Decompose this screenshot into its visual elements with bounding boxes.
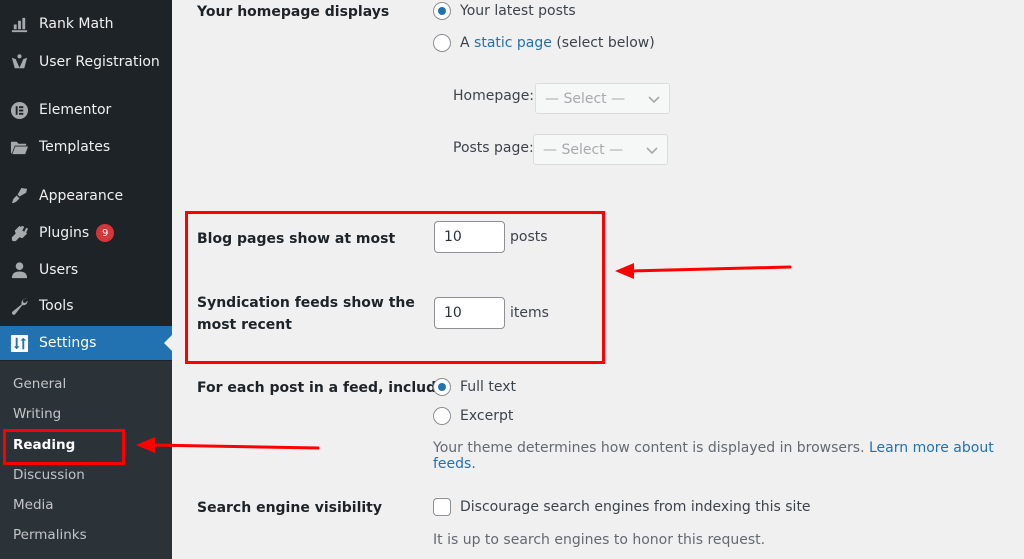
static-page-radio[interactable] [433,34,451,52]
syndication-unit: items [510,305,549,321]
full-text-radio[interactable] [433,378,451,396]
discourage-search-checkbox[interactable] [433,498,451,516]
syndication-label-line1: Syndication feeds show the [197,295,415,311]
excerpt-radio[interactable] [433,407,451,425]
syndication-input[interactable]: 10 [434,297,505,329]
admin-sidebar: Rank Math User Registration Elementor Te… [0,0,172,559]
latest-posts-radio[interactable] [433,2,451,20]
static-page-suffix: (select below) [556,35,655,51]
arrow-to-highlight-box [615,263,792,279]
static-page-link[interactable]: static page [474,35,552,51]
option-discourage-search[interactable]: Discourage search engines from indexing … [433,498,811,516]
sidebar-item-label: User Registration [39,54,160,70]
sidebar-item-rank-math[interactable]: Rank Math [0,7,172,41]
option-full-text[interactable]: Full text [433,378,516,396]
chevron-down-icon [646,147,658,155]
latest-posts-label: Your latest posts [460,3,576,19]
sidebar-item-templates[interactable]: Templates [0,130,172,164]
homepage-select[interactable]: — Select — [535,83,670,114]
blog-pages-unit: posts [510,229,548,245]
submenu-item-permalinks[interactable]: Permalinks [13,527,87,543]
user-registration-icon [9,52,29,72]
syndication-label-line2: most recent [197,317,292,333]
posts-page-select-label: Posts page: [453,140,534,156]
feed-content-description: Your theme determines how content is dis… [433,440,1024,472]
sidebar-item-settings[interactable]: Settings [0,326,172,360]
sidebar-item-tools[interactable]: Tools [0,289,172,323]
option-latest-posts[interactable]: Your latest posts [433,2,576,20]
sidebar-item-elementor[interactable]: Elementor [0,93,172,127]
discourage-search-label: Discourage search engines from indexing … [460,499,811,515]
sidebar-item-label: Rank Math [39,16,114,32]
homepage-select-value: — Select — [545,90,626,107]
elementor-icon [9,100,29,120]
posts-page-select[interactable]: — Select — [533,134,668,165]
submenu-item-discussion[interactable]: Discussion [13,467,85,483]
chevron-down-icon [648,96,660,104]
blog-pages-input[interactable]: 10 [434,221,505,253]
feed-description-text: Your theme determines how content is dis… [433,440,865,456]
wrench-icon [9,296,29,316]
sidebar-item-plugins[interactable]: Plugins 9 [0,216,172,250]
paintbrush-icon [9,186,29,206]
plug-icon [9,223,29,243]
settings-icon [9,333,29,353]
sidebar-item-label: Tools [39,298,74,314]
sidebar-item-label: Appearance [39,188,124,204]
blog-pages-label: Blog pages show at most [197,231,396,247]
option-excerpt[interactable]: Excerpt [433,407,513,425]
static-page-prefix: A [460,35,470,51]
submenu-item-general[interactable]: General [13,376,66,392]
submenu-item-media[interactable]: Media [13,497,54,513]
option-static-page[interactable]: A static page (select below) [433,34,655,52]
sidebar-item-label: Users [39,262,79,278]
rank-math-icon [9,14,29,34]
sidebar-item-appearance[interactable]: Appearance [0,179,172,213]
user-icon [9,260,29,280]
sidebar-item-users[interactable]: Users [0,253,172,287]
sidebar-item-label: Templates [39,139,111,155]
submenu-item-writing[interactable]: Writing [13,406,61,422]
excerpt-label: Excerpt [460,408,514,424]
homepage-select-label: Homepage: [453,88,535,104]
sidebar-item-user-registration[interactable]: User Registration [0,45,172,79]
search-visibility-label: Search engine visibility [197,500,382,516]
homepage-displays-label: Your homepage displays [197,4,390,20]
full-text-label: Full text [460,379,517,395]
posts-page-select-value: — Select — [543,141,624,158]
folder-icon [9,137,29,157]
sidebar-item-label: Settings [39,335,97,351]
reading-highlight-box [3,429,125,465]
search-visibility-description: It is up to search engines to honor this… [433,532,766,548]
sidebar-item-label: Elementor [39,102,112,118]
plugins-update-badge: 9 [96,224,115,242]
sidebar-item-label: Plugins [39,225,90,241]
feed-content-label: For each post in a feed, include [197,380,446,396]
